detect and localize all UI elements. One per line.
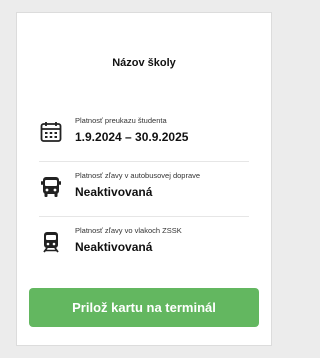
validity-label: Platnosť preukazu študenta: [75, 116, 167, 125]
train-discount-value: Neaktivovaná: [75, 240, 153, 254]
bus-discount-label: Platnosť zľavy v autobusovej doprave: [75, 171, 201, 180]
validity-value: 1.9.2024 – 30.9.2025: [75, 130, 189, 144]
divider: [39, 216, 249, 217]
train-discount-row: Platnosť zľavy vo vlakoch ZSSK Neaktivov…: [39, 218, 249, 270]
tap-card-button[interactable]: Prilož kartu na terminál: [29, 288, 259, 327]
train-icon: [39, 230, 63, 254]
calendar-icon: [39, 120, 63, 144]
student-card-panel: Názov školy Platnosť preukazu študenta 1…: [16, 12, 272, 346]
bus-discount-row: Platnosť zľavy v autobusovej doprave Nea…: [39, 163, 249, 215]
train-discount-label: Platnosť zľavy vo vlakoch ZSSK: [75, 226, 182, 235]
school-name: Názov školy: [112, 57, 176, 69]
bus-discount-value: Neaktivovaná: [75, 185, 153, 199]
divider: [39, 161, 249, 162]
bus-icon: [39, 175, 63, 199]
validity-row: Platnosť preukazu študenta 1.9.2024 – 30…: [39, 108, 249, 160]
